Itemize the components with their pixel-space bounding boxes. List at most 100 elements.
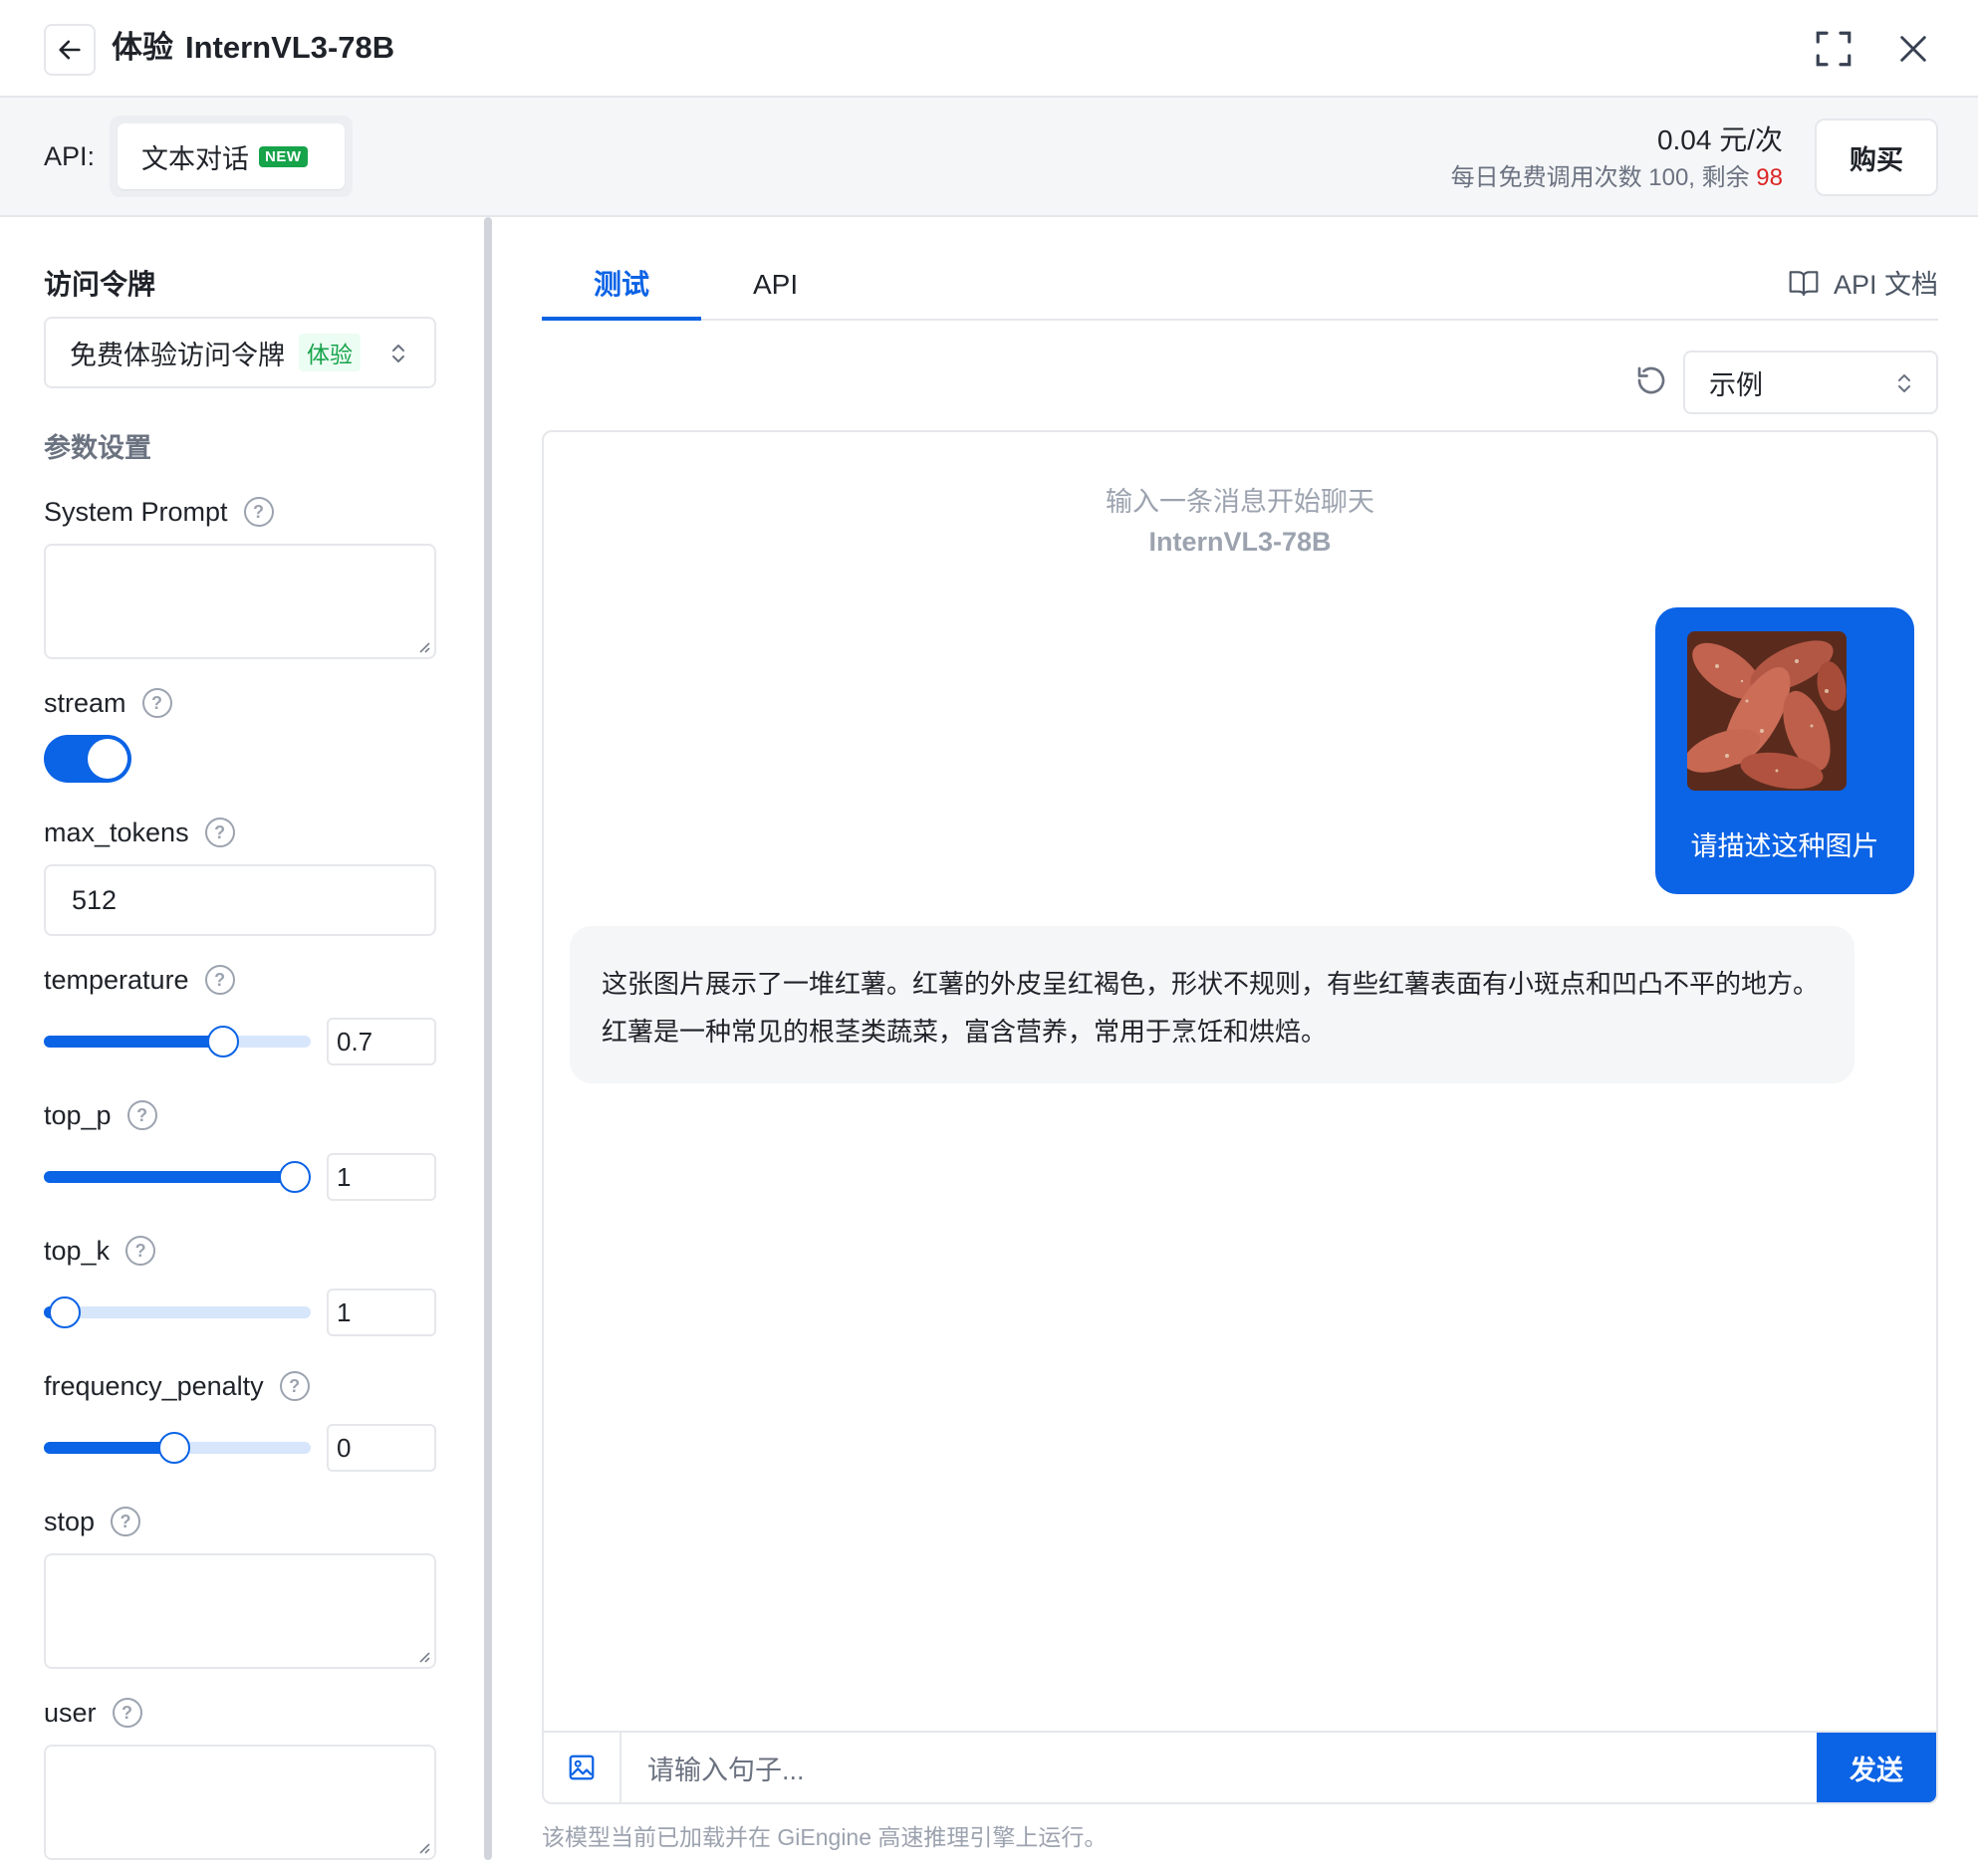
resize-grip-icon[interactable] [416,639,430,653]
slider-thumb[interactable] [278,1161,311,1193]
frequency-penalty-slider[interactable] [44,1432,311,1464]
top-p-slider[interactable] [44,1161,311,1193]
uploaded-image[interactable] [1687,631,1847,791]
chevron-updown-icon [1898,374,1910,392]
help-icon[interactable]: ? [126,1100,157,1130]
user-label: user ? [44,1693,142,1733]
system-prompt-label: System Prompt ? [44,492,274,532]
stop-label: stop ? [44,1502,141,1541]
params-section-title: 参数设置 [44,433,151,463]
stream-toggle[interactable] [44,735,131,783]
help-icon[interactable]: ? [279,1371,310,1401]
system-prompt-input[interactable] [44,544,436,659]
api-option-label: 文本对话 [141,143,249,174]
token-selected-value: 免费体验访问令牌 [70,340,285,370]
app-root: 体验 InternVL3-78B API: 文本对话 NEW 0.04 元/次 每… [0,0,1978,1876]
frequency-penalty-input[interactable]: 0 [327,1424,436,1472]
max-tokens-label-text: max_tokens [44,818,189,847]
help-icon[interactable]: ? [243,497,274,527]
title-model-name: InternVL3-78B [185,30,395,65]
page-title: 体验 InternVL3-78B [112,26,394,70]
tab-bar: 测试 API [542,253,1938,321]
top-k-slider[interactable] [44,1296,311,1328]
temperature-label-text: temperature [44,965,189,995]
help-icon[interactable]: ? [112,1698,142,1728]
help-icon[interactable]: ? [204,818,235,847]
active-tab-indicator [542,317,701,321]
system-prompt-label-text: System Prompt [44,497,228,527]
slider-fill [44,1036,223,1048]
send-button[interactable]: 发送 [1817,1733,1936,1802]
resize-grip-icon[interactable] [416,1649,430,1663]
user-input[interactable] [44,1745,436,1860]
free-quota-text: 每日免费调用次数 100, 剩余 [1450,164,1750,191]
top-p-input[interactable]: 1 [327,1153,436,1201]
max-tokens-label: max_tokens ? [44,813,235,852]
user-message-text: 请描述这种图片 [1690,831,1879,861]
stop-label-text: stop [44,1507,96,1536]
left-panel-scrollbar[interactable] [484,217,492,1860]
user-label-text: user [44,1698,97,1728]
sweet-potato-image [1687,631,1847,791]
token-trial-tag: 体验 [299,334,361,371]
engine-status-note: 该模型当前已加载并在 GiEngine 高速推理引擎上运行。 [542,1824,1108,1850]
api-bar: API: 文本对话 NEW 0.04 元/次 每日免费调用次数 100, 剩余 … [0,98,1978,217]
top-k-label-text: top_k [44,1236,111,1266]
stop-input[interactable] [44,1553,436,1669]
api-doc-link[interactable]: API 文档 [1788,263,1938,302]
slider-thumb[interactable] [206,1026,239,1057]
close-button[interactable] [1890,26,1936,72]
help-icon[interactable]: ? [111,1507,141,1536]
temperature-input[interactable]: 0.7 [327,1018,436,1065]
reset-button[interactable] [1633,362,1669,403]
help-icon[interactable]: ? [204,965,235,995]
example-select-value: 示例 [1709,369,1763,400]
resize-grip-icon[interactable] [416,1840,430,1854]
free-remaining-count: 98 [1756,164,1783,191]
api-label: API: [44,141,96,171]
chat-empty-hint: 输入一条消息开始聊天 InternVL3-78B [544,482,1936,562]
top-k-label: top_k ? [44,1231,156,1271]
slider-track [44,1306,311,1318]
upload-image-button[interactable] [544,1733,621,1802]
token-select[interactable]: 免费体验访问令牌 体验 [44,317,436,388]
assistant-message-bubble: 这张图片展示了一堆红薯。红薯的外皮呈红褐色，形状不规则，有些红薯表面有小斑点和凹… [570,926,1854,1083]
new-badge: NEW [259,145,308,167]
api-selector: 文本对话 NEW [110,116,353,197]
close-icon [1900,36,1926,62]
help-icon[interactable]: ? [141,688,172,718]
temperature-slider[interactable] [44,1026,311,1057]
chat-hint-model: InternVL3-78B [1148,527,1332,557]
user-message-bubble: 请描述这种图片 [1655,607,1914,894]
image-icon [569,1755,595,1780]
chat-message-input[interactable]: 请输入句子... [621,1733,1817,1802]
help-icon[interactable]: ? [125,1236,156,1266]
frequency-penalty-label-text: frequency_penalty [44,1371,264,1401]
refresh-icon [1637,366,1665,394]
max-tokens-input[interactable]: 512 [44,864,436,936]
tab-test[interactable]: 测试 [594,265,649,305]
chevron-updown-icon [392,345,404,362]
frequency-penalty-label: frequency_penalty ? [44,1366,310,1406]
fullscreen-icon [1816,31,1852,67]
tab-api[interactable]: API [753,265,798,305]
title-prefix: 体验 [112,30,173,65]
slider-thumb[interactable] [158,1432,191,1464]
back-arrow-icon [59,40,81,60]
top-p-label-text: top_p [44,1100,112,1130]
price-per-call: 0.04 元/次 [1656,124,1783,155]
buy-button[interactable]: 购买 [1815,118,1938,196]
temperature-label: temperature ? [44,960,235,1000]
fullscreen-button[interactable] [1811,26,1856,72]
stream-label-text: stream [44,688,126,718]
slider-thumb[interactable] [49,1296,82,1328]
top-p-label: top_p ? [44,1095,157,1135]
api-option-chat[interactable]: 文本对话 NEW [118,123,345,189]
example-select[interactable]: 示例 [1683,351,1938,414]
slider-fill [44,1442,175,1454]
header: 体验 InternVL3-78B [0,0,1978,98]
top-k-input[interactable]: 1 [327,1289,436,1336]
back-button[interactable] [44,24,96,76]
stream-label: stream ? [44,683,172,723]
chat-input-bar: 请输入句子... 发送 [544,1731,1936,1802]
